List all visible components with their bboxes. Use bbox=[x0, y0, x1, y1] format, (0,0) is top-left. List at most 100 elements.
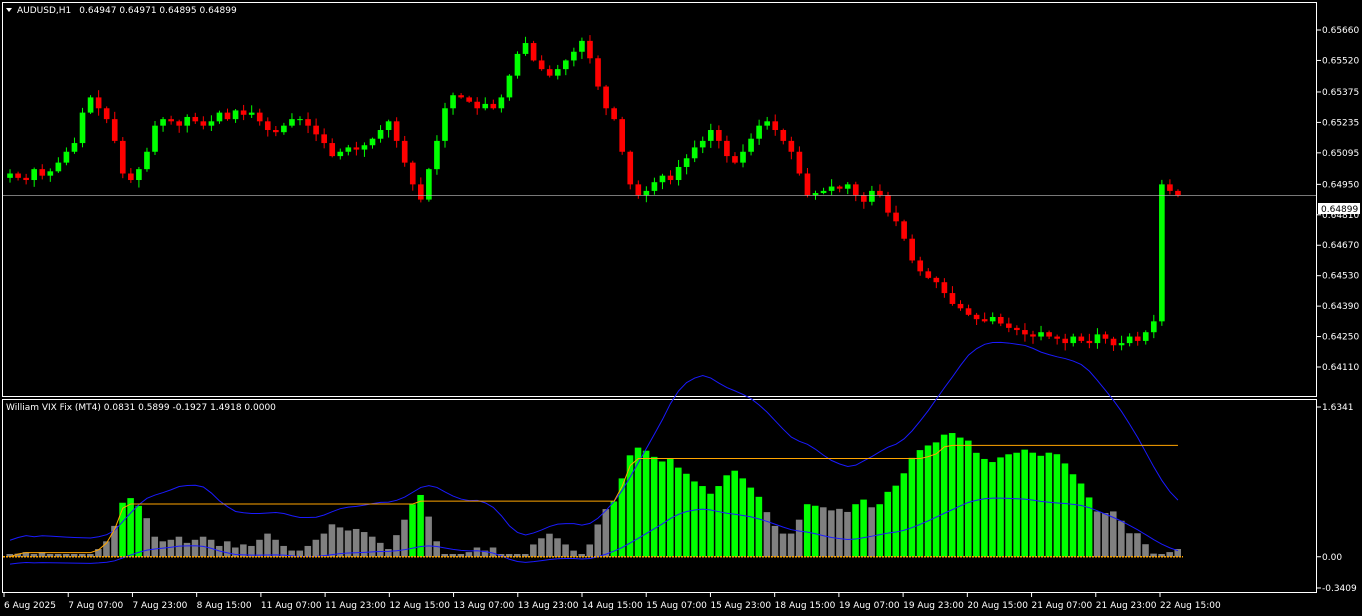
vix-bar bbox=[377, 542, 384, 557]
time-axis-label: 7 Aug 07:00 bbox=[68, 601, 123, 611]
vix-bar bbox=[868, 507, 875, 557]
candle-body bbox=[498, 97, 505, 109]
candle-body bbox=[87, 97, 94, 113]
candle-body bbox=[15, 173, 21, 178]
candle-body bbox=[828, 186, 835, 191]
vix-bar bbox=[256, 539, 263, 557]
candle-body bbox=[530, 43, 537, 61]
vix-bar bbox=[425, 516, 432, 557]
vix-indicator bbox=[3, 341, 1183, 565]
time-axis-label: 15 Aug 07:00 bbox=[646, 601, 707, 611]
candle-body bbox=[941, 282, 948, 294]
vix-bar bbox=[940, 434, 948, 557]
vix-bar bbox=[820, 507, 827, 557]
vix-bar bbox=[658, 461, 666, 557]
vix-bar bbox=[594, 524, 602, 557]
candle-body bbox=[659, 175, 666, 183]
vix-bar bbox=[1101, 512, 1109, 557]
vix-bar bbox=[1093, 511, 1101, 557]
candle-body bbox=[587, 40, 593, 59]
candle-body bbox=[103, 108, 110, 120]
candle-body bbox=[1150, 321, 1157, 333]
vix-bar bbox=[997, 457, 1004, 557]
chart-menu-triangle-icon[interactable] bbox=[6, 8, 12, 12]
candle-body bbox=[748, 138, 754, 152]
candle-body bbox=[869, 190, 875, 202]
vix-bar bbox=[763, 512, 771, 557]
candle-body bbox=[643, 190, 650, 196]
candle-body bbox=[1054, 336, 1060, 339]
vix-bar bbox=[1118, 520, 1125, 557]
vix-bar bbox=[884, 491, 892, 557]
time-axis-label: 22 Aug 15:00 bbox=[1160, 601, 1221, 611]
vix-bar bbox=[1013, 452, 1020, 557]
time-axis-label: 21 Aug 23:00 bbox=[1096, 601, 1157, 611]
candle-body bbox=[353, 147, 360, 150]
vix-bar bbox=[360, 532, 368, 557]
vix-bar bbox=[989, 462, 996, 557]
price-axis-label: 0.65520 bbox=[1322, 56, 1359, 66]
candle-body bbox=[208, 121, 215, 126]
vix-bar bbox=[675, 467, 682, 557]
candle-body bbox=[385, 121, 392, 131]
vix-bar bbox=[876, 504, 883, 557]
candle-body bbox=[1134, 336, 1141, 341]
candle-body bbox=[321, 134, 327, 144]
vix-bar bbox=[393, 535, 400, 557]
vix-bar bbox=[707, 493, 714, 557]
time-axis-label: 12 Aug 15:00 bbox=[389, 601, 450, 611]
vix-bar bbox=[489, 547, 497, 557]
candle-body bbox=[377, 130, 384, 139]
vix-bar bbox=[699, 486, 706, 557]
candle-body bbox=[651, 182, 658, 191]
price-axis-label: 0.64110 bbox=[1322, 363, 1359, 373]
candle-body bbox=[144, 151, 150, 170]
vix-bar bbox=[747, 487, 755, 557]
vix-bar bbox=[159, 541, 167, 557]
vix-bar bbox=[973, 452, 980, 557]
candle-body bbox=[1030, 334, 1036, 337]
time-axis-label: 7 Aug 23:00 bbox=[132, 601, 187, 611]
vix-bar bbox=[852, 504, 859, 557]
vix-bar bbox=[167, 539, 175, 557]
vix-bar bbox=[1029, 452, 1037, 557]
vix-bar bbox=[965, 440, 972, 557]
candle-body bbox=[1167, 184, 1173, 191]
vix-bar bbox=[385, 549, 392, 557]
vix-bar bbox=[755, 496, 763, 557]
time-axis-label: 15 Aug 23:00 bbox=[710, 601, 771, 611]
candle-body bbox=[595, 58, 601, 87]
candle-body bbox=[1110, 338, 1117, 346]
candle-body bbox=[337, 151, 344, 157]
vix-bar bbox=[570, 550, 577, 557]
time-axis-label: 6 Aug 2025 bbox=[4, 601, 56, 611]
candle-body bbox=[965, 308, 972, 315]
vix-bar bbox=[779, 533, 787, 557]
price-panel[interactable] bbox=[2, 2, 1317, 397]
candle-body bbox=[1142, 332, 1149, 341]
candle-body bbox=[450, 95, 456, 109]
vix-bar bbox=[1045, 452, 1053, 557]
candle-body bbox=[466, 97, 472, 102]
vix-bar bbox=[1053, 454, 1061, 557]
candle-body bbox=[852, 184, 859, 196]
time-axis-label: 18 Aug 15:00 bbox=[775, 601, 836, 611]
time-axis-label: 13 Aug 07:00 bbox=[454, 601, 515, 611]
candle-body bbox=[474, 101, 481, 109]
vix-bar bbox=[860, 499, 867, 557]
candle-body bbox=[885, 195, 891, 213]
candle-body bbox=[732, 156, 738, 163]
candle-body bbox=[724, 140, 730, 157]
candle-body bbox=[256, 112, 263, 122]
time-axis-label: 11 Aug 23:00 bbox=[325, 601, 386, 611]
candle-body bbox=[619, 119, 626, 152]
vix-bar bbox=[1085, 497, 1093, 557]
candle-body bbox=[635, 184, 642, 196]
candle-body bbox=[401, 140, 408, 163]
trading-chart[interactable]: 0.65660 0.65520 0.65375 0.65235 0.65095 0.649… bbox=[0, 0, 1362, 616]
vix-bar bbox=[803, 504, 811, 557]
candle-body bbox=[418, 184, 424, 200]
candle-body bbox=[305, 119, 311, 126]
vix-bar bbox=[183, 542, 191, 557]
vix-bar bbox=[272, 539, 279, 557]
